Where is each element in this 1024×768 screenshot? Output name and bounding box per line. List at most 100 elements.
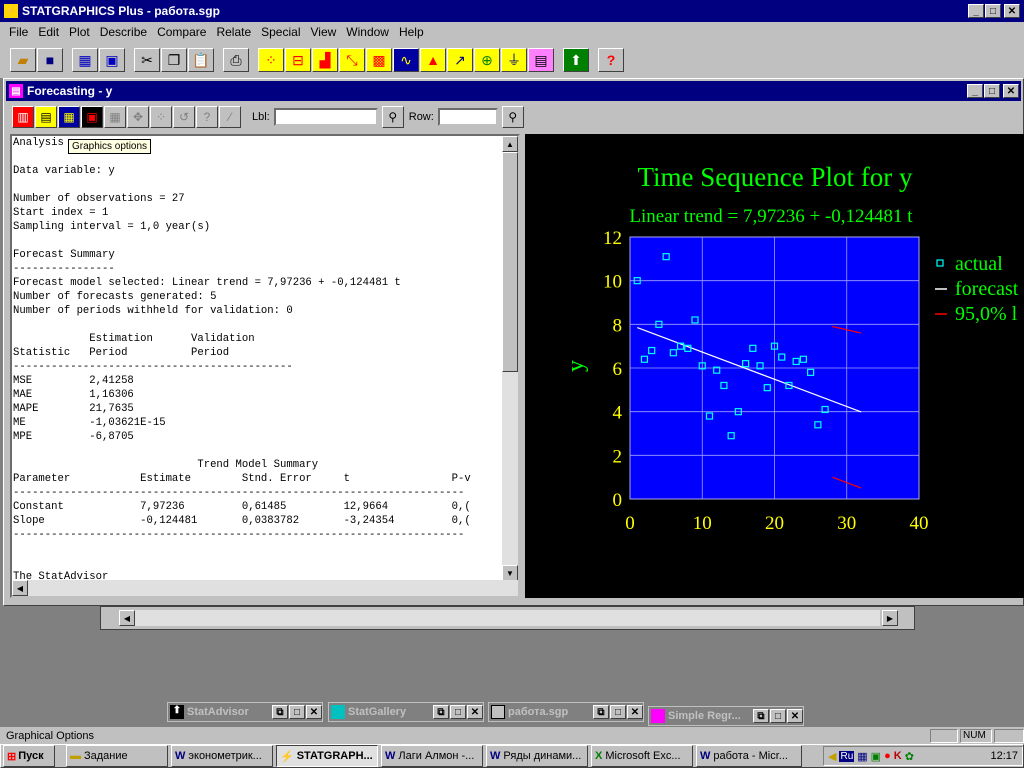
menu-edit[interactable]: Edit <box>33 25 64 39</box>
row-label: Row: <box>408 111 434 123</box>
text-options-icon[interactable]: ▤ <box>35 106 57 128</box>
lbl-input[interactable] <box>273 108 378 126</box>
y-tick-label: 8 <box>613 315 623 336</box>
xy-plot-icon[interactable]: ⤡ <box>339 48 365 72</box>
kaspersky-icon[interactable]: K <box>894 750 902 762</box>
report-line: Statistic Period Period <box>13 347 230 359</box>
tool-disabled-5-icon[interactable]: ? <box>196 106 218 128</box>
lang-indicator[interactable]: Ru <box>839 750 855 762</box>
excel-icon: X <box>595 750 603 762</box>
flower-icon[interactable]: ✿ <box>905 750 914 763</box>
trend-icon[interactable]: ↗ <box>447 48 473 72</box>
menu-view[interactable]: View <box>305 25 341 39</box>
task-rabota-word[interactable]: Wработа - Micr... <box>696 745 802 767</box>
gallery-icon[interactable]: ▤ <box>528 48 554 72</box>
minimized-simple-regression[interactable]: Simple Regr... ⧉ □ ✕ <box>648 706 804 726</box>
paste-icon[interactable]: 📋 <box>188 48 214 72</box>
report-vscrollbar[interactable]: ▲ ▼ <box>502 136 518 581</box>
minimized-statgallery[interactable]: StatGallery ⧉ □ ✕ <box>328 702 484 722</box>
analysis-toolbar: ▥ ▤ ▦ ▣ ▦ ✥ ⁘ ↺ ? ⁄ Lbl: ⚲ Row: ⚲ <box>4 103 1023 131</box>
menu-relate[interactable]: Relate <box>211 25 256 39</box>
scroll-down-icon[interactable]: ▼ <box>502 565 518 581</box>
maximize-button[interactable]: □ <box>985 4 1001 18</box>
task-zadanie[interactable]: ▬ Задание <box>66 745 168 767</box>
background-window-scrollbar[interactable]: ◀ ▶ <box>100 606 915 630</box>
scroll-thumb[interactable] <box>502 152 518 372</box>
save-results-icon[interactable]: ▣ <box>81 106 103 128</box>
minimized-project[interactable]: работа.sgp ⧉ □ ✕ <box>488 702 644 722</box>
child-restore-button[interactable]: □ <box>984 84 1000 98</box>
statadvisor-icon[interactable]: ⬆ <box>563 48 589 72</box>
row-input[interactable] <box>437 108 498 126</box>
print-icon[interactable]: ⎙ <box>223 48 249 72</box>
time-series-icon[interactable]: ∿ <box>393 48 419 72</box>
restore-icon[interactable]: ⧉ <box>272 705 288 719</box>
tool-disabled-2-icon[interactable]: ✥ <box>127 106 149 128</box>
network-icon[interactable]: ▣ <box>871 750 881 763</box>
restore-icon[interactable]: ⧉ <box>753 709 769 723</box>
row-binoculars-icon[interactable]: ⚲ <box>501 106 524 128</box>
minimized-statadvisor[interactable]: ⬆ StatAdvisor ⧉ □ ✕ <box>167 702 323 722</box>
restore-icon[interactable]: ⧉ <box>593 705 609 719</box>
report-line: ---------------- <box>13 263 115 275</box>
task-excel[interactable]: X Microsoft Exc... <box>591 745 693 767</box>
bg-scroll-right-icon[interactable]: ▶ <box>882 610 898 626</box>
task-almon-lags[interactable]: W Лаги Алмон -... <box>381 745 483 767</box>
time-sequence-plot[interactable]: Time Sequence Plot for y Linear trend = … <box>525 134 1024 598</box>
menu-plot[interactable]: Plot <box>64 25 95 39</box>
close-icon[interactable]: ✕ <box>787 709 803 723</box>
box-plot-icon[interactable]: ⊟ <box>285 48 311 72</box>
maximize-icon[interactable]: □ <box>610 705 626 719</box>
cut-icon[interactable]: ✂ <box>134 48 160 72</box>
restore-icon[interactable]: ⧉ <box>433 705 449 719</box>
keyboard-icon[interactable]: ▦ <box>857 750 867 763</box>
speaker-icon[interactable]: ◀ <box>828 750 836 763</box>
globe-icon[interactable]: ⊕ <box>474 48 500 72</box>
graphics-options-icon[interactable]: ▦ <box>58 106 80 128</box>
report-hscrollbar[interactable]: ◀ <box>12 580 518 596</box>
copy-icon[interactable]: ❐ <box>161 48 187 72</box>
histogram-icon[interactable]: ▟ <box>312 48 338 72</box>
scatter-plot-icon[interactable]: ⁘ <box>258 48 284 72</box>
antivirus-icon[interactable]: ● <box>884 750 891 762</box>
close-icon[interactable]: ✕ <box>467 705 483 719</box>
maximize-icon[interactable]: □ <box>289 705 305 719</box>
tool-disabled-3-icon[interactable]: ⁘ <box>150 106 172 128</box>
spreadsheet-icon[interactable]: ▦ <box>72 48 98 72</box>
close-button[interactable]: ✕ <box>1004 4 1020 18</box>
start-button[interactable]: ⊞ Пуск <box>3 745 55 767</box>
save-icon[interactable]: ■ <box>37 48 63 72</box>
scroll-up-icon[interactable]: ▲ <box>502 136 518 152</box>
report-line: Forecast Summary <box>13 249 115 261</box>
status-bar: Graphical Options NUM <box>0 727 1024 744</box>
menu-file[interactable]: File <box>4 25 33 39</box>
menu-help[interactable]: Help <box>394 25 429 39</box>
tool-disabled-4-icon[interactable]: ↺ <box>173 106 195 128</box>
tool-disabled-1-icon[interactable]: ▦ <box>104 106 126 128</box>
task-econometrics[interactable]: Wэконометрик... <box>171 745 273 767</box>
task-time-series[interactable]: W Ряды динами... <box>486 745 588 767</box>
close-icon[interactable]: ✕ <box>627 705 643 719</box>
tree-icon[interactable]: ⏚ <box>501 48 527 72</box>
child-close-button[interactable]: ✕ <box>1003 84 1019 98</box>
menu-window[interactable]: Window <box>341 25 394 39</box>
minimize-button[interactable]: _ <box>968 4 984 18</box>
menu-special[interactable]: Special <box>256 25 305 39</box>
close-icon[interactable]: ✕ <box>306 705 322 719</box>
open-folder-icon[interactable]: ▰ <box>10 48 36 72</box>
control-chart-icon[interactable]: ▩ <box>366 48 392 72</box>
child-minimize-button[interactable]: _ <box>967 84 983 98</box>
bg-scroll-left-icon[interactable]: ◀ <box>119 610 135 626</box>
save-data-icon[interactable]: ▣ <box>99 48 125 72</box>
task-statgraphics[interactable]: ⚡ STATGRAPH... <box>276 745 378 767</box>
menu-describe[interactable]: Describe <box>95 25 152 39</box>
maximize-icon[interactable]: □ <box>450 705 466 719</box>
maximize-icon[interactable]: □ <box>770 709 786 723</box>
menu-compare[interactable]: Compare <box>152 25 211 39</box>
input-dialog-icon[interactable]: ▥ <box>12 106 34 128</box>
help-icon[interactable]: ? <box>598 48 624 72</box>
lbl-binoculars-icon[interactable]: ⚲ <box>381 106 404 128</box>
scroll-left-icon[interactable]: ◀ <box>12 580 28 596</box>
tool-disabled-6-icon[interactable]: ⁄ <box>219 106 241 128</box>
distribution-icon[interactable]: ▲ <box>420 48 446 72</box>
